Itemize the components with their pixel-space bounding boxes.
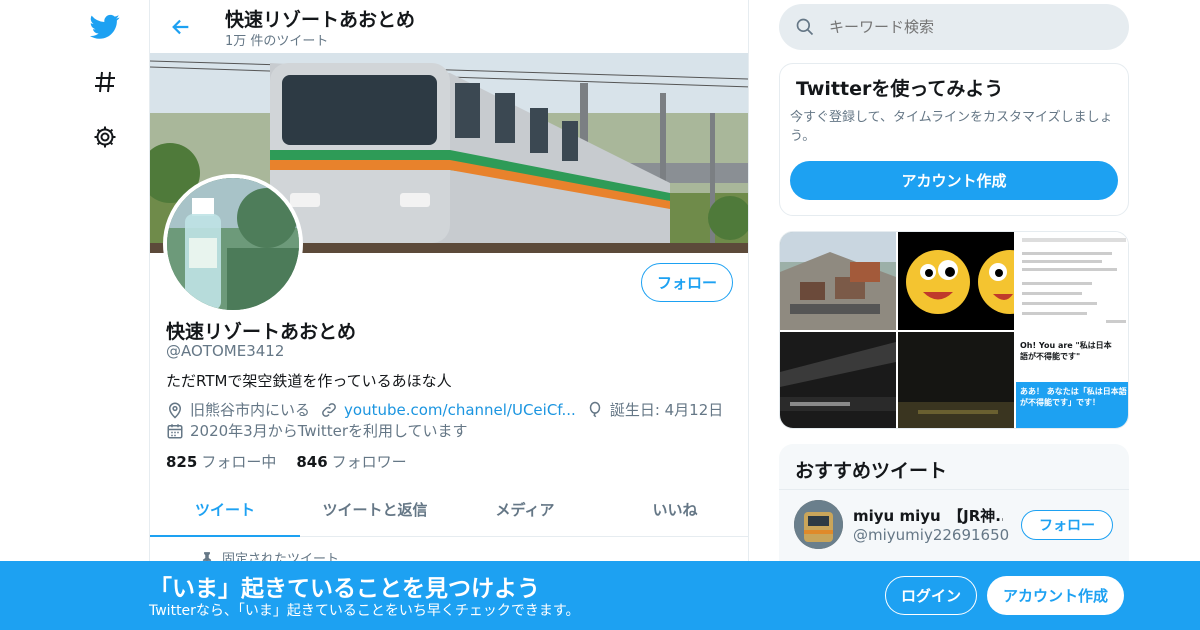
birthday-item: 誕生日: 4月12日 (586, 399, 723, 420)
following-number: 825 (166, 453, 198, 471)
tab-likes[interactable]: いいね (600, 483, 748, 536)
login-button[interactable]: ログイン (885, 576, 977, 615)
bottom-signup-bar: 「いま」起きていることを見つけよう Twitterなら、「いま」起きていることを… (0, 561, 1200, 630)
media-thumb-6-question: Oh! You are "私は日本語が不得能です" (1020, 341, 1112, 361)
balloon-icon (589, 401, 601, 417)
left-nav (80, 0, 130, 630)
recommended-title: おすすめツイート (795, 460, 948, 482)
media-thumb-1[interactable] (780, 232, 896, 330)
create-account-button[interactable]: アカウント作成 (790, 161, 1118, 200)
recommended-user-handle: @miyumiy22691650 (853, 526, 1010, 544)
page: 快速リゾートあおとめ 1万 件のツイート フォロー 快速リゾートあおとめ @AO… (0, 0, 1200, 630)
profile-column: 快速リゾートあおとめ 1万 件のツイート フォロー 快速リゾートあおとめ @AO… (149, 0, 749, 630)
location-pin-icon (168, 402, 182, 418)
follow-button[interactable]: フォロー (641, 263, 733, 302)
recommended-user-name: miyu miyu 【JR神... (853, 507, 1003, 525)
list-item[interactable]: miyu miyu 【JR神... @miyumiy22691650 フォロー (779, 489, 1129, 564)
signup-card-description: 今すぐ登録して、タイムラインをカスタマイズしましょう。 (790, 110, 1113, 144)
signup-card: Twitterを使ってみよう 今すぐ登録して、タイムラインをカスタマイズしましょ… (779, 63, 1129, 216)
recommended-tweets-card: おすすめツイート miyu miyu 【JR神... @miyumiy22691… (779, 444, 1129, 574)
bottom-bar-subtitle: Twitterなら、「いま」起きていることをいち早くチェックできます。 (149, 603, 580, 619)
following-label: フォロー中 (201, 453, 277, 471)
bottom-bar-title: 「いま」起きていることを見つけよう (149, 576, 540, 602)
location-text: 旧熊谷市内にいる (190, 401, 311, 419)
hashtag-icon[interactable] (85, 62, 125, 102)
media-thumb-6-answer: ああ！ あなたは「私は日本語が不得能です」です！ (1020, 387, 1127, 407)
following-count[interactable]: 825 フォロー中 (166, 451, 276, 472)
website-link[interactable]: youtube.com/channel/UCeiCf... (344, 401, 576, 419)
birthday-text: 誕生日: 4月12日 (609, 401, 724, 419)
media-thumb-6[interactable]: Oh! You are "私は日本語が不得能です" ああ！ あなたは「私は日本語… (1016, 332, 1128, 428)
media-thumb-4[interactable] (780, 332, 896, 428)
bottom-create-account-button[interactable]: アカウント作成 (987, 576, 1124, 615)
profile-header: 快速リゾートあおとめ 1万 件のツイート (150, 0, 748, 53)
profile-name: 快速リゾートあおとめ (166, 321, 357, 343)
header-title: 快速リゾートあおとめ (225, 9, 416, 31)
profile-meta-joined: 2020年3月からTwitterを利用しています (166, 420, 478, 441)
media-grid: Oh! You are "私は日本語が不得能です" ああ！ あなたは「私は日本語… (779, 231, 1129, 429)
tab-media[interactable]: メディア (450, 483, 600, 536)
followers-number: 846 (296, 453, 328, 471)
search-bar[interactable] (779, 4, 1129, 50)
media-thumb-5[interactable] (898, 332, 1014, 428)
avatar[interactable] (794, 500, 843, 549)
tweet-count: 1万 件のツイート (225, 34, 329, 49)
back-arrow-icon[interactable] (164, 10, 198, 44)
link-icon (322, 402, 336, 417)
website-item[interactable]: youtube.com/channel/UCeiCf... (320, 401, 576, 419)
follow-counts: 825 フォロー中 846 フォロワー (166, 451, 427, 472)
profile-avatar[interactable] (163, 174, 303, 314)
recommended-follow-button[interactable]: フォロー (1021, 510, 1113, 540)
profile-tabs: ツイート ツイートと返信 メディア いいね (150, 483, 748, 537)
tab-tweets[interactable]: ツイート (150, 483, 300, 537)
calendar-icon (167, 423, 183, 438)
search-input[interactable] (829, 18, 1109, 36)
profile-meta: 旧熊谷市内にいる youtube.com/channel/UCeiCf... 誕… (166, 399, 733, 420)
joined-item: 2020年3月からTwitterを利用しています (166, 420, 468, 441)
gear-icon[interactable] (85, 117, 125, 157)
media-thumb-6-answer-box: ああ！ あなたは「私は日本語が不得能です」です！ (1016, 382, 1128, 428)
followers-label: フォロワー (331, 453, 407, 471)
media-thumb-2[interactable] (898, 232, 1014, 330)
tab-tweets-replies[interactable]: ツイートと返信 (300, 483, 450, 536)
followers-count[interactable]: 846 フォロワー (296, 451, 406, 472)
signup-card-title: Twitterを使ってみよう (796, 78, 1004, 100)
location-item: 旧熊谷市内にいる (166, 399, 310, 420)
search-icon (796, 18, 814, 36)
joined-text: 2020年3月からTwitterを利用しています (190, 422, 468, 440)
media-thumb-3[interactable] (1016, 232, 1128, 330)
profile-bio: ただRTMで架空鉄道を作っているあほな人 (166, 372, 452, 390)
twitter-logo-icon[interactable] (85, 7, 125, 47)
profile-handle: @AOTOME3412 (166, 342, 285, 360)
